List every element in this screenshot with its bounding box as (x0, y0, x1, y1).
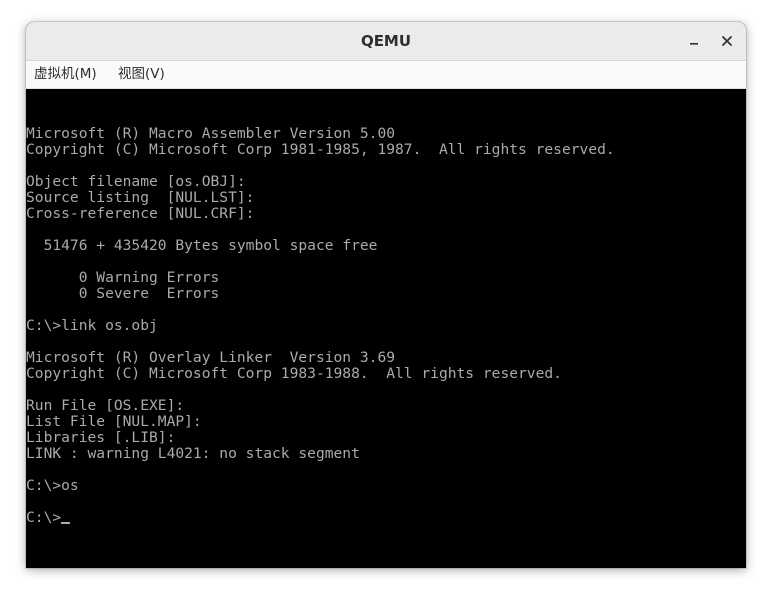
console-line-text: Object filename [os.OBJ]: (26, 173, 246, 190)
console-line-text: 0 Warning Errors (26, 269, 220, 286)
console-line: 0 Severe Errors (26, 286, 615, 302)
console-line-text: Run File [OS.EXE]: (26, 397, 185, 414)
title-bar[interactable]: QEMU (26, 22, 746, 61)
console-line-text: Source listing [NUL.LST]: (26, 189, 255, 206)
console-line: List File [NUL.MAP]: (26, 414, 615, 430)
console-line-text: C:\>os (26, 477, 79, 494)
console-line-text: Copyright (C) Microsoft Corp 1981-1985, … (26, 141, 615, 158)
close-icon (722, 36, 732, 46)
console-line: Copyright (C) Microsoft Corp 1983-1988. … (26, 366, 615, 382)
qemu-window: QEMU 虚拟机(M) 视图(V) Microsoft (R) Macro As… (26, 22, 746, 568)
console-line: Copyright (C) Microsoft Corp 1981-1985, … (26, 142, 615, 158)
console-line-text: Libraries [.LIB]: (26, 429, 176, 446)
console-line: Cross-reference [NUL.CRF]: (26, 206, 615, 222)
console-line: Microsoft (R) Macro Assembler Version 5.… (26, 126, 615, 142)
minimize-icon (690, 43, 698, 45)
console-line: C:\>link os.obj (26, 318, 615, 334)
console-line-text: C:\>link os.obj (26, 317, 158, 334)
console-line: 0 Warning Errors (26, 270, 615, 286)
vm-display[interactable]: Microsoft (R) Macro Assembler Version 5.… (26, 89, 746, 568)
console-line: LINK : warning L4021: no stack segment (26, 446, 615, 462)
close-button[interactable] (717, 31, 737, 51)
console-line-text: Microsoft (R) Overlay Linker Version 3.6… (26, 349, 396, 366)
menu-view[interactable]: 视图(V) (116, 61, 167, 88)
text-cursor (61, 522, 71, 524)
console-line-text: 51476 + 435420 Bytes symbol space free (26, 237, 378, 254)
console-line: C:\> (26, 510, 615, 526)
console-line: Source listing [NUL.LST]: (26, 190, 615, 206)
console-line-text: 0 Severe Errors (26, 285, 220, 302)
console-line: Object filename [os.OBJ]: (26, 174, 615, 190)
console-line-text: List File [NUL.MAP]: (26, 413, 202, 430)
console-line: Libraries [.LIB]: (26, 430, 615, 446)
console-line: Run File [OS.EXE]: (26, 398, 615, 414)
console-line-text: LINK : warning L4021: no stack segment (26, 445, 360, 462)
menu-bar: 虚拟机(M) 视图(V) (26, 61, 746, 89)
console-output: Microsoft (R) Macro Assembler Version 5.… (26, 126, 615, 526)
console-line-text: Copyright (C) Microsoft Corp 1983-1988. … (26, 365, 562, 382)
minimize-button[interactable] (684, 31, 704, 51)
console-line-text: C:\> (26, 509, 62, 526)
console-line-text: Cross-reference [NUL.CRF]: (26, 205, 255, 222)
menu-machine[interactable]: 虚拟机(M) (32, 61, 99, 88)
console-line-text: Microsoft (R) Macro Assembler Version 5.… (26, 125, 396, 142)
console-line: 51476 + 435420 Bytes symbol space free (26, 238, 615, 254)
console-line: C:\>os (26, 478, 615, 494)
console-line: Microsoft (R) Overlay Linker Version 3.6… (26, 350, 615, 366)
window-title: QEMU (360, 32, 412, 50)
